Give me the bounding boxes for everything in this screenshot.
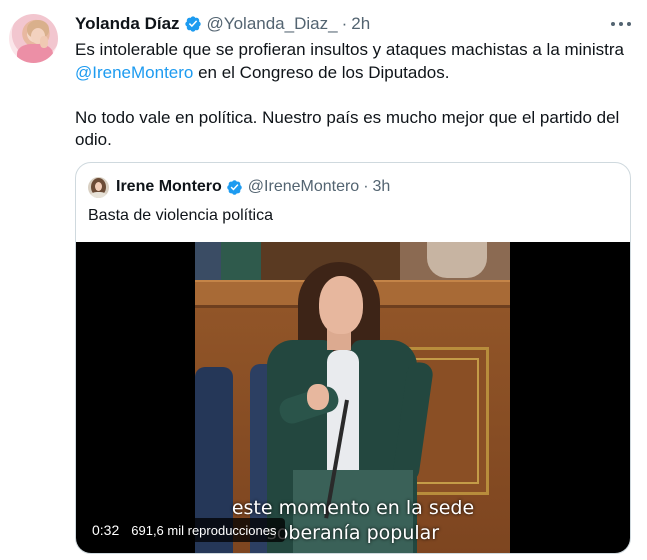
quoted-tweet-time[interactable]: 3h	[373, 178, 391, 196]
author-avatar[interactable]	[9, 14, 58, 63]
video-duration: 0:32	[92, 522, 120, 538]
tweet-text-line: No todo vale en política. Nuestro país e…	[75, 107, 620, 127]
quoted-author-handle[interactable]: @IreneMontero	[248, 178, 359, 196]
tweet-text-line: odio.	[75, 130, 112, 149]
tweet-text-fragment: en el Congreso de los Diputados.	[193, 62, 450, 82]
tweet-text-line: @IreneMontero en el Congreso de los Dipu…	[75, 62, 625, 85]
subtitle-line: este momento en la sede	[231, 497, 475, 519]
author-handle[interactable]: @Yolanda_Diaz_	[207, 14, 338, 34]
tweet-text: Es intolerable que se profieran insultos…	[75, 39, 625, 152]
tweet-header: Yolanda Díaz @Yolanda_Diaz_ · 2h	[75, 13, 370, 35]
author-name[interactable]: Yolanda Díaz	[75, 14, 180, 34]
tweet-text-line: Es intolerable que se profieran insultos…	[75, 40, 625, 59]
verified-badge-icon	[226, 179, 243, 196]
quoted-tweet-text: Basta de violencia política	[88, 207, 273, 224]
more-icon[interactable]	[611, 16, 631, 32]
video-views: 691,6 mil reproducciones	[131, 522, 277, 538]
video-player[interactable]: este momento en la sede soberanía popula…	[76, 242, 630, 553]
tweet-time[interactable]: 2h	[351, 14, 370, 34]
quoted-tweet-header: Irene Montero @IreneMontero · 3h	[88, 176, 390, 198]
mention-link[interactable]: @IreneMontero	[75, 63, 193, 82]
quoted-author-avatar[interactable]	[88, 176, 109, 198]
quoted-author-name[interactable]: Irene Montero	[116, 178, 222, 196]
verified-badge-icon	[184, 15, 202, 33]
quoted-tweet[interactable]: Irene Montero @IreneMontero · 3h Basta d…	[75, 162, 631, 554]
separator-dot: ·	[363, 178, 369, 195]
video-info-badge: 0:32 691,6 mil reproducciones	[84, 518, 285, 542]
separator-dot: ·	[341, 14, 348, 33]
tweet[interactable]: Yolanda Díaz @Yolanda_Diaz_ · 2h Es into…	[0, 0, 647, 560]
